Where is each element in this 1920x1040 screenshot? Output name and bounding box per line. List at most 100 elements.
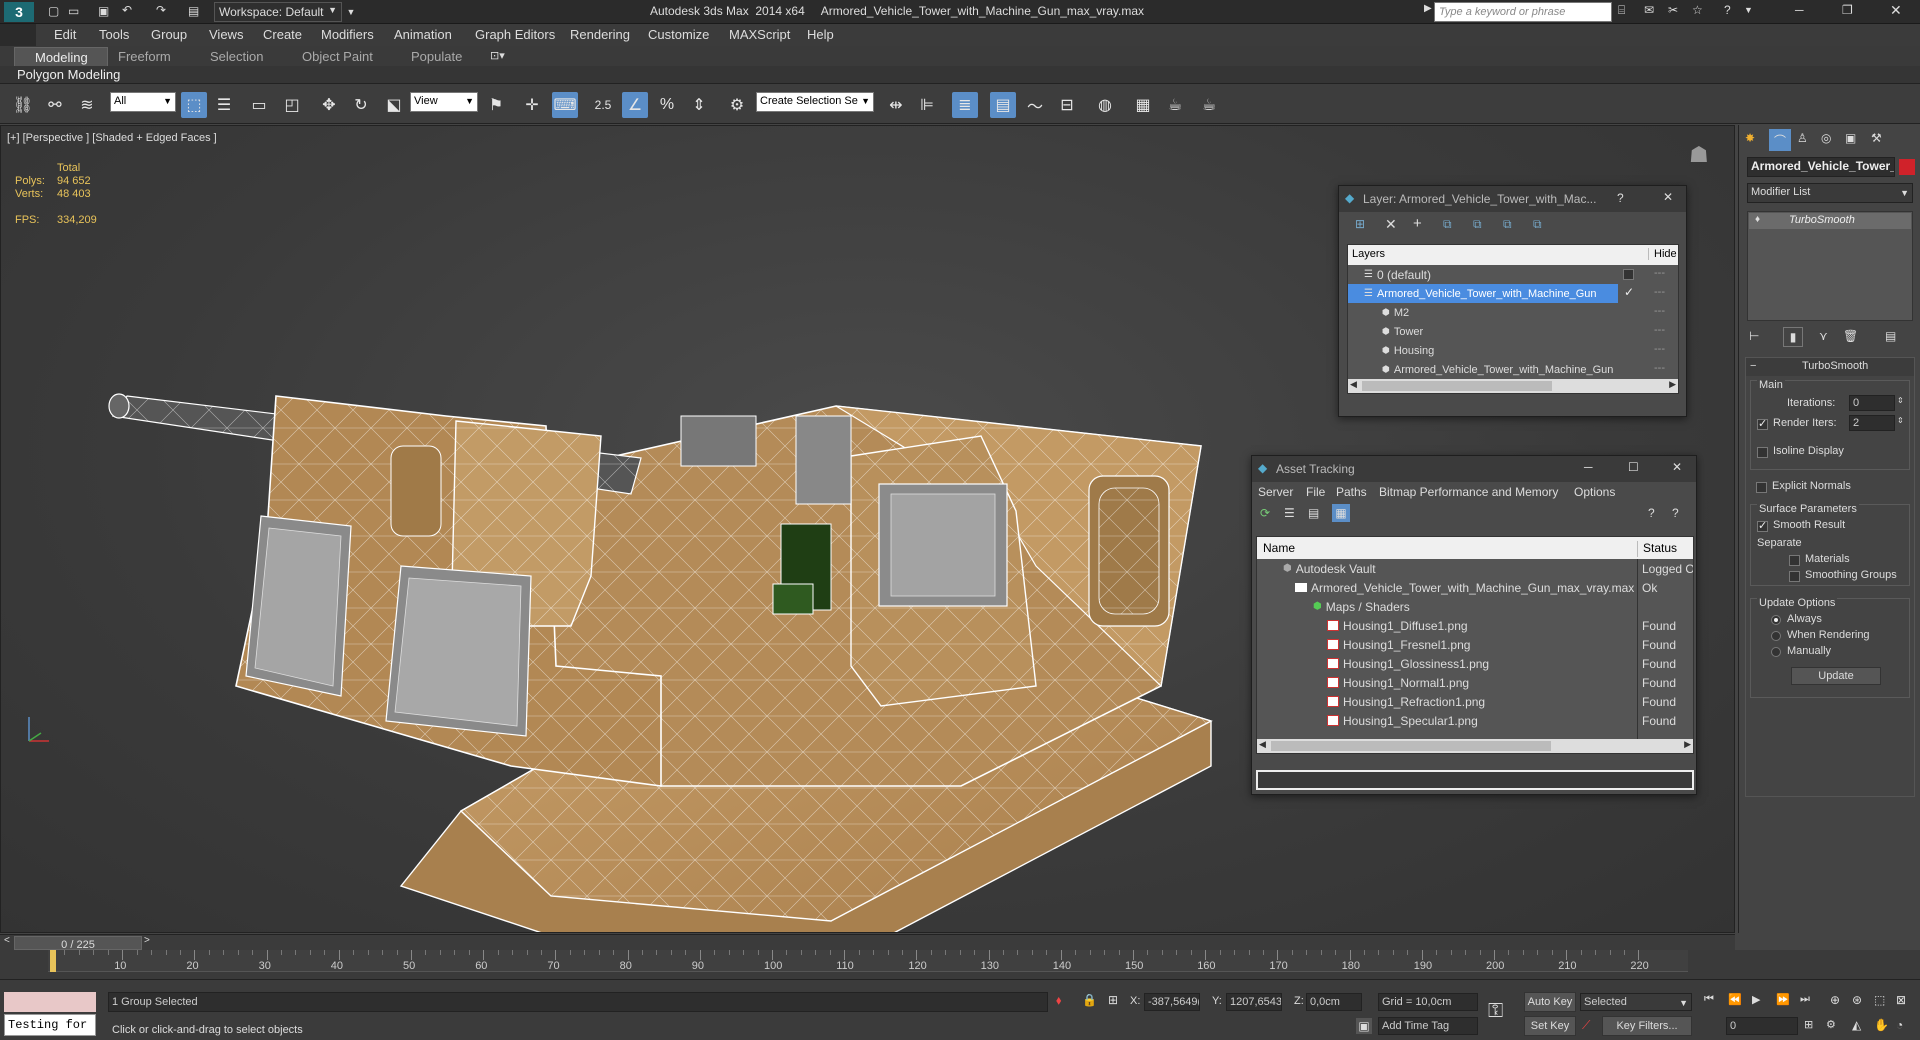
help-icon[interactable]: ? xyxy=(1648,506,1655,520)
checkmark-icon[interactable]: ✓ xyxy=(1624,285,1634,299)
close-icon[interactable]: ✕ xyxy=(1672,460,1682,474)
default-in-out-tangents-icon[interactable]: ⟋ xyxy=(1582,1018,1590,1033)
delete-layer-icon[interactable]: ✕ xyxy=(1385,216,1397,233)
schematic-view-icon[interactable]: ⊟ xyxy=(1054,92,1080,118)
scroll-left-icon[interactable]: ◀ xyxy=(1259,739,1266,750)
rollout-header[interactable]: − TurboSmooth xyxy=(1746,358,1914,376)
prev-frame-icon[interactable]: < xyxy=(4,935,10,946)
freeze-unfreeze-all-icon[interactable]: ⧉ xyxy=(1533,217,1542,232)
workspace-arrow-button[interactable]: ▼ xyxy=(344,2,358,22)
add-time-tag-icon[interactable]: ▣ xyxy=(1356,1018,1372,1034)
project-folder-icon[interactable]: ▤ xyxy=(188,4,199,18)
layer-row[interactable]: ☰ 0 (default) --- xyxy=(1348,265,1678,284)
select-and-link-icon[interactable]: ⛓ xyxy=(10,92,36,118)
explicit-normals-checkbox[interactable] xyxy=(1756,482,1767,493)
restore-icon[interactable]: ❐ xyxy=(1842,3,1853,17)
refresh-icon[interactable]: ⟳ xyxy=(1260,506,1270,520)
menu-maxscript[interactable]: MAXScript xyxy=(729,27,790,42)
selection-filter-dropdown[interactable]: All ▼ xyxy=(110,92,176,112)
scroll-thumb[interactable] xyxy=(1271,741,1551,751)
pin-stack-icon[interactable]: ⊢ xyxy=(1749,329,1759,343)
tab-populate[interactable]: Populate xyxy=(411,49,462,64)
spinner-arrows-icon[interactable]: ⇕ xyxy=(1897,416,1904,425)
new-file-icon[interactable]: ▢ xyxy=(48,4,59,18)
spinner-arrows-icon[interactable]: ⇕ xyxy=(1897,396,1904,405)
always-radio[interactable] xyxy=(1771,615,1781,625)
lightbulb-icon[interactable]: ♦ xyxy=(1755,214,1760,225)
asset-dialog-titlebar[interactable]: ◆ Asset Tracking ─ ☐ ✕ xyxy=(1252,456,1696,482)
timeline-ruler[interactable]: 10 20 30 40 50 60 70 80 90 100 110 120 130 140 150 160 1… xyxy=(0,950,1920,980)
graphite-toolbar-icon[interactable]: ▤ xyxy=(990,92,1016,118)
time-configuration-icon[interactable]: ⚙ xyxy=(1826,1018,1836,1031)
rendered-frame-window-icon[interactable]: ☕ xyxy=(1162,92,1188,118)
scroll-right-icon[interactable]: ▶ xyxy=(1684,739,1691,750)
close-icon[interactable]: ✕ xyxy=(1890,2,1902,19)
status-column-header[interactable]: Status xyxy=(1637,541,1677,557)
keyboard-shortcut-override-icon[interactable]: ⌨ xyxy=(552,92,578,118)
select-by-name-icon[interactable]: ☰ xyxy=(211,92,237,118)
zoom-icon[interactable]: ⊕ xyxy=(1830,993,1840,1007)
render-iters-spinner[interactable]: 2 xyxy=(1849,415,1895,431)
percent-snap-icon[interactable]: % xyxy=(654,92,680,118)
maximize-icon[interactable]: ☐ xyxy=(1628,460,1639,474)
asset-row[interactable]: Housing1_Fresnel1.png Found xyxy=(1257,635,1693,654)
modifier-stack-item[interactable]: ♦ TurboSmooth xyxy=(1749,213,1911,229)
smooth-result-checkbox[interactable] xyxy=(1757,519,1768,532)
select-and-scale-icon[interactable]: ⬕ xyxy=(381,92,407,118)
asset-row[interactable]: ⬢ Autodesk Vault Logged O xyxy=(1257,559,1693,578)
snaps-toggle-icon[interactable]: 2.5 xyxy=(590,92,616,118)
add-time-tag-field[interactable]: Add Time Tag xyxy=(1378,1017,1478,1035)
asset-menu-file[interactable]: File xyxy=(1306,485,1325,499)
select-object-icon[interactable]: ⬚ xyxy=(181,92,207,118)
smoothing-groups-checkbox[interactable] xyxy=(1789,571,1800,582)
select-manipulate-icon[interactable]: ✛ xyxy=(519,92,545,118)
armored-tower-model[interactable] xyxy=(101,266,1241,933)
tab-object-paint[interactable]: Object Paint xyxy=(302,49,373,64)
display-tab-icon[interactable]: ▣ xyxy=(1845,131,1856,145)
layers-column-header[interactable]: Layers xyxy=(1352,248,1385,260)
bind-space-warp-icon[interactable]: ≋ xyxy=(74,92,100,118)
unlink-icon[interactable]: ⚯ xyxy=(42,92,68,118)
create-tab-icon[interactable]: ✸ xyxy=(1745,131,1755,145)
hide-checkbox[interactable] xyxy=(1623,269,1634,280)
render-setup-icon[interactable]: ▦ xyxy=(1130,92,1156,118)
menu-customize[interactable]: Customize xyxy=(648,27,709,42)
go-to-start-icon[interactable]: ⏮ xyxy=(1704,993,1714,1006)
play-icon[interactable]: ▶ xyxy=(1752,993,1760,1006)
current-frame-field[interactable]: 0 xyxy=(1726,1017,1798,1035)
zoom-all-icon[interactable]: ⊛ xyxy=(1852,993,1862,1007)
asset-row[interactable]: Housing1_Refraction1.png Found xyxy=(1257,692,1693,711)
menu-animation[interactable]: Animation xyxy=(394,27,452,42)
asset-row[interactable]: Housing1_Specular1.png Found xyxy=(1257,711,1693,730)
isoline-display-checkbox[interactable] xyxy=(1757,447,1768,458)
asset-menu-bitmap-performance[interactable]: Bitmap Performance and Memory xyxy=(1379,485,1558,499)
go-to-end-icon[interactable]: ⏭ xyxy=(1800,993,1810,1006)
hide-column-header[interactable]: Hide xyxy=(1648,248,1677,260)
edit-named-selection-icon[interactable]: ⚙ xyxy=(724,92,750,118)
asset-row[interactable]: Housing1_Glossiness1.png Found xyxy=(1257,654,1693,673)
field-of-view-icon[interactable]: ◭ xyxy=(1852,1018,1861,1032)
table-view-icon[interactable]: ▤ xyxy=(1308,506,1319,520)
angle-snap-icon[interactable]: ∠ xyxy=(622,92,648,118)
render-production-icon[interactable]: ☕ xyxy=(1196,92,1222,118)
set-key-button[interactable]: Set Key xyxy=(1524,1016,1576,1036)
zoom-extents-icon[interactable]: ⬚ xyxy=(1874,993,1885,1007)
menu-edit[interactable]: Edit xyxy=(54,27,76,42)
z-coordinate-field[interactable]: 0,0cm xyxy=(1306,993,1362,1011)
tools-icon[interactable]: ✂ xyxy=(1668,3,1678,17)
open-file-icon[interactable]: ▭ xyxy=(68,4,79,18)
minimize-icon[interactable]: ─ xyxy=(1584,460,1593,474)
select-and-move-icon[interactable]: ✥ xyxy=(316,92,342,118)
layer-object-row[interactable]: ⬢ M2 --- xyxy=(1348,303,1678,322)
auto-key-button[interactable]: Auto Key xyxy=(1524,992,1576,1012)
manually-radio[interactable] xyxy=(1771,647,1781,657)
time-slider-thumb[interactable]: 0 / 225 xyxy=(14,936,142,951)
window-crossing-icon[interactable]: ◰ xyxy=(279,92,305,118)
select-objects-in-layer-icon[interactable]: ⧉ xyxy=(1443,217,1452,232)
modify-tab-icon[interactable]: ⌒ xyxy=(1769,129,1791,151)
maxscript-input[interactable]: Testing for ; xyxy=(4,1014,96,1036)
key-filters-button[interactable]: Key Filters... xyxy=(1602,1016,1692,1036)
x-coordinate-field[interactable]: -387,5649( xyxy=(1144,993,1200,1011)
menu-tools[interactable]: Tools xyxy=(99,27,129,42)
rectangular-selection-icon[interactable]: ▭ xyxy=(246,92,272,118)
